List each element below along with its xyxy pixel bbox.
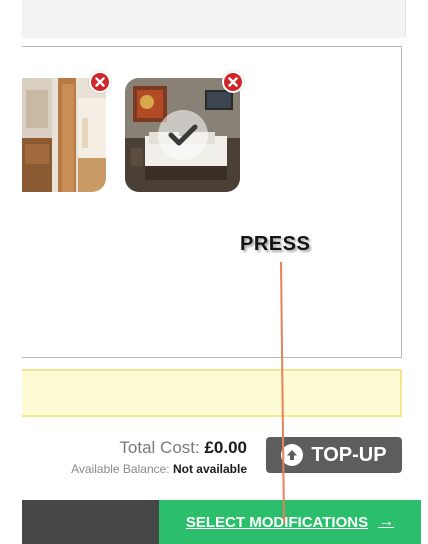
balance-value: Not available — [172, 462, 247, 476]
select-modifications-label: SELECT MODIFICATIONS — [185, 513, 369, 531]
interior-photo-image — [22, 78, 106, 192]
top-strip — [22, 0, 406, 38]
footer-dark-section — [22, 500, 159, 544]
available-balance: Available Balance: Not available — [71, 462, 247, 476]
remove-photo-interior-button[interactable] — [89, 71, 111, 93]
total-cost: Total Cost: £0.00 — [119, 438, 247, 458]
arrow-up-circle-icon — [281, 444, 304, 466]
top-up-button[interactable]: TOP-UP — [266, 437, 402, 473]
remove-photo-bedroom-button[interactable] — [222, 71, 244, 93]
checkmark-icon — [168, 124, 198, 146]
notice-bar — [22, 369, 402, 417]
select-modifications-button[interactable]: SELECT MODIFICATIONS → — [159, 500, 421, 544]
top-up-label: TOP-UP — [311, 443, 387, 466]
selected-checkmark-icon — [158, 110, 208, 160]
press-annotation: PRESS — [240, 233, 311, 255]
gallery-photo-interior[interactable] — [22, 78, 106, 192]
close-icon — [228, 77, 238, 87]
total-cost-value: £0.00 — [204, 438, 247, 457]
total-cost-label: Total Cost: — [119, 438, 200, 457]
arrow-right-icon: → — [378, 513, 395, 530]
close-icon — [95, 77, 105, 87]
balance-label: Available Balance: — [71, 462, 170, 476]
